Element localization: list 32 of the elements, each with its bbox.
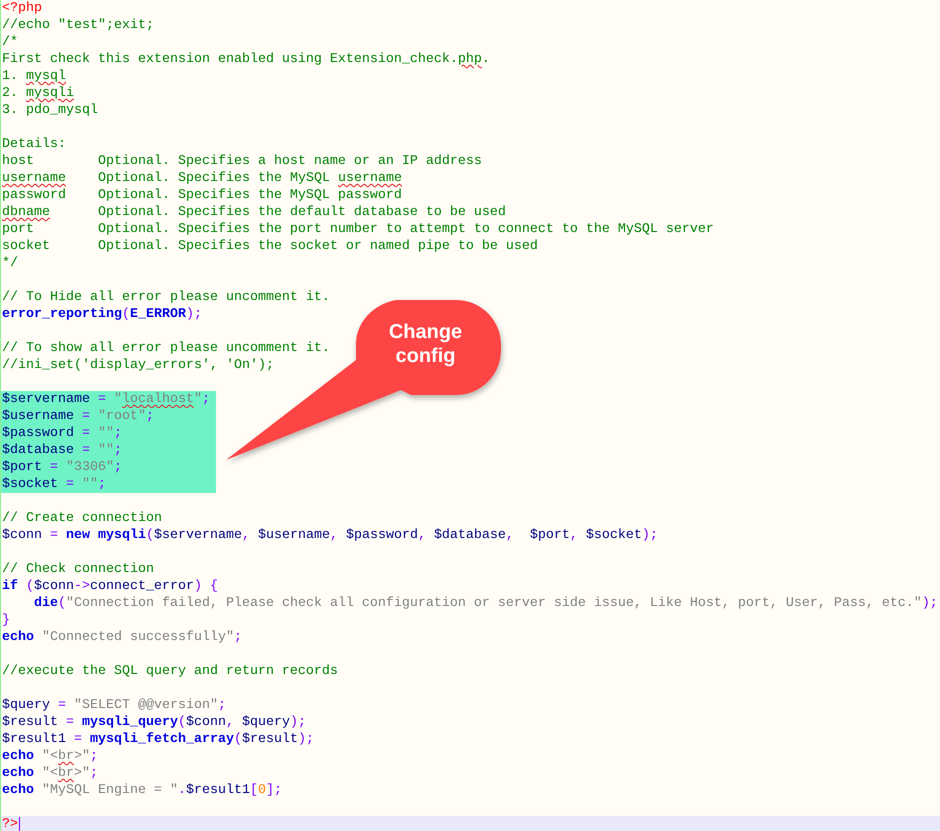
code-line: 3. pdo_mysql	[1, 102, 99, 119]
code-line: */	[1, 255, 19, 272]
code-line: // To Hide all error please uncomment it.	[1, 289, 331, 306]
code-line: 1. mysql	[1, 68, 67, 85]
code-line: // Create connection	[1, 510, 163, 527]
code-line: /*	[1, 34, 19, 51]
code-line: echo "<br>";	[1, 765, 99, 782]
code-line: //execute the SQL query and return records	[1, 663, 339, 680]
code-line: password Optional. Specifies the MySQL password	[1, 187, 403, 204]
code-line: echo "MySQL Engine = ".$result1[0];	[1, 782, 283, 799]
code-line: host Optional. Specifies a host name or an IP address	[1, 153, 483, 170]
code-line: dbname Optional. Specifies the default database to be used	[1, 204, 507, 221]
code-line: echo "<br>";	[1, 748, 99, 765]
code-line: $result = mysqli_query($conn, $query);	[1, 714, 307, 731]
code-line: username Optional. Specifies the MySQL username	[1, 170, 403, 187]
code-line: //echo "test";exit;	[1, 17, 155, 34]
code-line: $result1 = mysqli_fetch_array($result);	[1, 731, 315, 748]
code-line: <?php	[1, 0, 43, 17]
code-line: echo "Connected successfully";	[1, 629, 243, 646]
code-line: 2. mysqli	[1, 85, 75, 102]
callout-text: Change config	[388, 320, 464, 368]
code-line: socket Optional. Specifies the socket or named pipe to be used	[1, 238, 539, 255]
code-line: if ($conn->connect_error) {	[1, 578, 219, 595]
code-line: }	[1, 612, 11, 629]
code-line: First check this extension enabled using Extension_check.php.	[1, 51, 491, 68]
code-line: // Check connection	[1, 561, 155, 578]
code-line: port Optional. Specifies the port number to attempt to connect to the MySQL server	[1, 221, 715, 238]
code-line: Details:	[1, 136, 67, 153]
code-line: $query = "SELECT @@version";	[1, 697, 227, 714]
code-line: $conn = new mysqli($servername, $username, $password, $database, $port, $socket);	[1, 527, 659, 544]
code-line: error_reporting(E_ERROR);	[1, 306, 203, 323]
code-line: die("Connection failed, Please check all configuration or server side issue, Like Host, port, User, Pass, etc.");	[32, 595, 939, 612]
